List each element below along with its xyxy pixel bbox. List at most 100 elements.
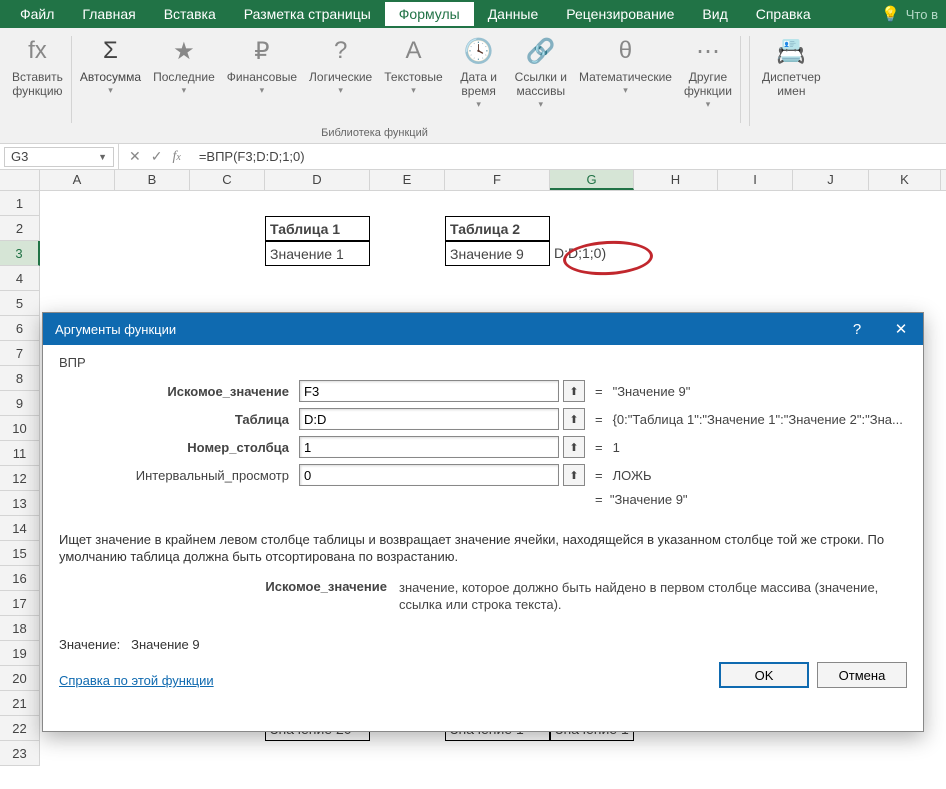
column-header-E[interactable]: E xyxy=(370,170,445,190)
ribbon-button-1[interactable]: Σ Автосумма ▾ xyxy=(74,32,147,141)
formula-input[interactable]: =ВПР(F3;D:D;1;0) xyxy=(191,144,946,169)
row-header-18[interactable]: 18 xyxy=(0,616,40,641)
select-all-corner[interactable] xyxy=(0,170,40,190)
ribbon-name-manager[interactable]: 📇 Диспетчер имен xyxy=(756,32,827,98)
arg-input-3[interactable] xyxy=(299,464,559,486)
row-header-8[interactable]: 8 xyxy=(0,366,40,391)
menu-home[interactable]: Главная xyxy=(68,2,149,26)
row-header-13[interactable]: 13 xyxy=(0,491,40,516)
accept-formula-icon[interactable]: ✓ xyxy=(151,148,163,165)
range-selector-button[interactable]: ⬆ xyxy=(563,408,585,430)
column-header-B[interactable]: B xyxy=(115,170,190,190)
menu-pagelayout[interactable]: Разметка страницы xyxy=(230,2,385,26)
arg-input-1[interactable] xyxy=(299,408,559,430)
row-header-17[interactable]: 17 xyxy=(0,591,40,616)
ribbon-dropdown-icon: ▾ xyxy=(476,99,481,110)
cell-F3[interactable]: Значение 9 xyxy=(445,241,550,266)
arg-label: Номер_столбца xyxy=(59,440,299,455)
ribbon-dropdown-icon: ▾ xyxy=(706,99,711,110)
ribbon-dropdown-icon: ▾ xyxy=(623,85,628,96)
cancel-formula-icon[interactable]: ✕ xyxy=(129,148,141,165)
name-manager-icon: 📇 xyxy=(774,34,808,68)
dialog-help-link[interactable]: Справка по этой функции xyxy=(59,673,214,688)
column-header-F[interactable]: F xyxy=(445,170,550,190)
menu-formulas[interactable]: Формулы xyxy=(385,2,474,26)
row-header-2[interactable]: 2 xyxy=(0,216,40,241)
column-header-J[interactable]: J xyxy=(793,170,869,190)
column-header-A[interactable]: A xyxy=(40,170,115,190)
row-header-11[interactable]: 11 xyxy=(0,441,40,466)
row-header-23[interactable]: 23 xyxy=(0,741,40,766)
ribbon-dropdown-icon: ▾ xyxy=(182,85,187,96)
tell-me[interactable]: 💡 Что в xyxy=(881,5,946,23)
menu-help[interactable]: Справка xyxy=(742,2,825,26)
row-header-4[interactable]: 4 xyxy=(0,266,40,291)
range-selector-button[interactable]: ⬆ xyxy=(563,436,585,458)
ribbon-icon: 🕓 xyxy=(462,34,496,68)
fx-icon[interactable]: fx xyxy=(172,149,180,165)
column-header-H[interactable]: H xyxy=(634,170,718,190)
ribbon-button-3[interactable]: ₽ Финансовые ▾ xyxy=(221,32,303,141)
row-header-22[interactable]: 22 xyxy=(0,716,40,741)
ribbon-button-4[interactable]: ? Логические ▾ xyxy=(303,32,378,141)
dialog-close-button[interactable]: ✕ xyxy=(879,313,923,345)
ok-button[interactable]: OK xyxy=(719,662,809,688)
row-header-1[interactable]: 1 xyxy=(0,191,40,216)
row-header-3[interactable]: 3 xyxy=(0,241,40,266)
ribbon-label: Логические xyxy=(309,70,372,84)
row-header-7[interactable]: 7 xyxy=(0,341,40,366)
ribbon-icon: θ xyxy=(608,34,642,68)
dialog-titlebar[interactable]: Аргументы функции ? ✕ xyxy=(43,313,923,345)
row-header-15[interactable]: 15 xyxy=(0,541,40,566)
column-header-G[interactable]: G xyxy=(550,170,634,190)
menu-file[interactable]: Файл xyxy=(6,2,68,26)
bulb-icon: 💡 xyxy=(881,5,900,23)
ribbon-button-5[interactable]: A Текстовые ▾ xyxy=(378,32,448,141)
cell-D2[interactable]: Таблица 1 xyxy=(265,216,370,241)
menu-review[interactable]: Рецензирование xyxy=(552,2,688,26)
ribbon-button-9[interactable]: ⋯ Другие функции ▾ xyxy=(678,32,738,141)
ribbon-button-2[interactable]: ★ Последние ▾ xyxy=(147,32,221,141)
ribbon-button-7[interactable]: 🔗 Ссылки и массивы ▾ xyxy=(509,32,573,141)
arg-row-2: Номер_столбца ⬆ = 1 xyxy=(59,436,907,458)
cancel-button[interactable]: Отмена xyxy=(817,662,907,688)
dialog-description: Ищет значение в крайнем левом столбце та… xyxy=(59,531,907,565)
row-header-16[interactable]: 16 xyxy=(0,566,40,591)
formula-bar: G3 ▼ ✕ ✓ fx =ВПР(F3;D:D;1;0) xyxy=(0,144,946,170)
menu-data[interactable]: Данные xyxy=(474,2,553,26)
cell-F2[interactable]: Таблица 2 xyxy=(445,216,550,241)
column-header-C[interactable]: C xyxy=(190,170,265,190)
row-header-12[interactable]: 12 xyxy=(0,466,40,491)
column-header-I[interactable]: I xyxy=(718,170,793,190)
dialog-help-button[interactable]: ? xyxy=(835,313,879,345)
ribbon-button-0[interactable]: fx Вставить функцию xyxy=(6,32,69,141)
arg-input-2[interactable] xyxy=(299,436,559,458)
menu-insert[interactable]: Вставка xyxy=(150,2,230,26)
column-header-D[interactable]: D xyxy=(265,170,370,190)
ribbon-icon: ? xyxy=(324,34,358,68)
range-selector-button[interactable]: ⬆ xyxy=(563,380,585,402)
cell-D3[interactable]: Значение 1 xyxy=(265,241,370,266)
ribbon-button-8[interactable]: θ Математические ▾ xyxy=(573,32,678,141)
row-header-10[interactable]: 10 xyxy=(0,416,40,441)
column-header-K[interactable]: K xyxy=(869,170,941,190)
row-header-6[interactable]: 6 xyxy=(0,316,40,341)
row-header-19[interactable]: 19 xyxy=(0,641,40,666)
name-box[interactable]: G3 ▼ xyxy=(4,147,114,167)
ribbon-group-caption: Библиотека функций xyxy=(321,127,428,139)
arg-equals: = xyxy=(595,412,603,427)
ribbon: fx Вставить функцию Σ Автосумма ▾★ После… xyxy=(0,28,946,144)
row-header-14[interactable]: 14 xyxy=(0,516,40,541)
row-header-21[interactable]: 21 xyxy=(0,691,40,716)
menu-view[interactable]: Вид xyxy=(688,2,741,26)
name-box-dropdown-icon[interactable]: ▼ xyxy=(98,152,107,162)
dialog-title-text: Аргументы функции xyxy=(55,322,176,337)
range-selector-button[interactable]: ⬆ xyxy=(563,464,585,486)
ribbon-button-6[interactable]: 🕓 Дата и время ▾ xyxy=(449,32,509,141)
row-header-20[interactable]: 20 xyxy=(0,666,40,691)
row-header-5[interactable]: 5 xyxy=(0,291,40,316)
tell-me-label: Что в xyxy=(906,7,938,22)
arg-input-0[interactable] xyxy=(299,380,559,402)
row-header-9[interactable]: 9 xyxy=(0,391,40,416)
cell-G3[interactable]: D:D;1;0) xyxy=(550,241,634,266)
